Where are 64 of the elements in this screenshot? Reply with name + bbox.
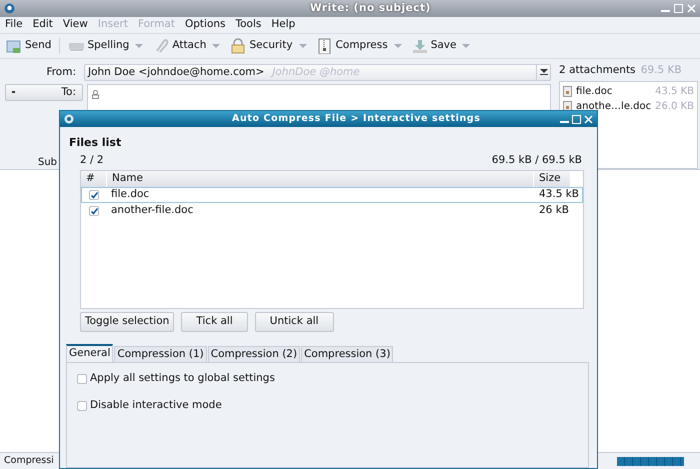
toolbar-button[interactable]: Attach: [151, 37, 222, 55]
zipped-file-icon: [316, 38, 333, 54]
menu-item[interactable]: Help: [266, 17, 300, 33]
dialog-title: Auto Compress File > Interactive settings: [232, 112, 480, 126]
app-icon: [64, 114, 74, 124]
recipient-type-button[interactable]: To:: [5, 84, 83, 101]
send-icon: [6, 38, 22, 54]
file-name: file.doc: [111, 188, 150, 200]
checkbox-label: Apply all settings to global settings: [90, 371, 275, 386]
action-button[interactable]: Tick all: [181, 312, 248, 332]
selection-size: 69.5 kB / 69.5 kB: [492, 152, 582, 168]
document-icon: [563, 86, 572, 97]
file-name: another-file.doc: [111, 204, 194, 216]
selection-count: 2 / 2: [80, 152, 104, 168]
attachments-count: 2 attachments: [559, 63, 636, 78]
padlock-icon: [230, 38, 246, 54]
subject-label: Sub: [38, 156, 58, 170]
attachment-size: 26.0 KB: [655, 100, 694, 114]
file-size: 43.5 kB: [539, 188, 580, 200]
column-header[interactable]: #: [81, 171, 107, 188]
file-size: 26 kB: [539, 204, 569, 216]
table-row[interactable]: another-file.doc 26 kB: [81, 203, 583, 220]
toolbar-button[interactable]: Spelling: [66, 37, 146, 55]
action-button[interactable]: Untick all: [254, 312, 334, 332]
attachment-name[interactable]: file.doc: [576, 84, 612, 99]
table-row[interactable]: file.doc 43.5 kB: [81, 187, 583, 204]
app-icon: [4, 3, 15, 14]
window-title: Write: (no subject): [310, 0, 431, 16]
menu-item[interactable]: View: [58, 17, 93, 33]
menu-item[interactable]: File: [0, 17, 28, 33]
tab[interactable]: Compression (2): [208, 346, 300, 362]
checkbox[interactable]: [89, 206, 99, 216]
menu-item[interactable]: Edit: [28, 17, 58, 33]
dropdown-arrow-icon: [540, 69, 548, 76]
checkbox[interactable]: [89, 190, 99, 200]
column-header[interactable]: Size: [534, 171, 571, 188]
tab[interactable]: Compression (3): [301, 346, 394, 362]
section-heading: Files list: [69, 135, 122, 151]
action-button[interactable]: Toggle selection: [80, 312, 174, 332]
maximize-icon[interactable]: [674, 4, 683, 13]
tab[interactable]: Compression (1): [114, 346, 207, 362]
checkbox-label: Disable interactive mode: [90, 398, 222, 413]
status-text: Compressi: [4, 454, 54, 468]
maximize-icon[interactable]: [572, 114, 581, 124]
toolbar-button[interactable]: Send: [4, 37, 54, 55]
close-icon[interactable]: [584, 114, 593, 124]
checkbox[interactable]: [77, 374, 87, 384]
toolbar-button[interactable]: Security: [228, 37, 309, 55]
from-dropdown[interactable]: John Doe <johndoe@home.com> JohnDoe @home: [84, 64, 552, 81]
dash-icon: [12, 91, 15, 94]
tab[interactable]: General: [66, 344, 114, 362]
toolbar-button[interactable]: Compress: [314, 37, 404, 55]
checkbox[interactable]: [77, 400, 87, 411]
column-header[interactable]: Name: [107, 171, 534, 188]
download-icon: [412, 38, 428, 54]
person-icon: [92, 90, 99, 99]
menu-item[interactable]: Options: [180, 17, 230, 33]
close-icon[interactable]: [687, 4, 696, 13]
attachment-name[interactable]: anothe…le.doc: [576, 98, 652, 114]
from-label: From:: [45, 64, 77, 80]
toolbar-button[interactable]: Save: [410, 37, 472, 55]
menu-item[interactable]: Tools: [230, 17, 266, 33]
attachment-size: 43.5 KB: [655, 84, 694, 99]
attachments-total: 69.5 KB: [640, 63, 682, 78]
